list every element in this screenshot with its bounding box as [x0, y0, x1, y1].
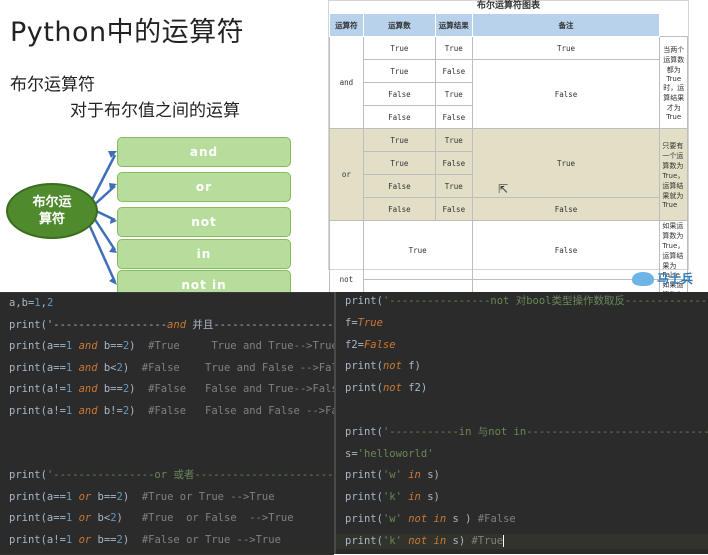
code-line[interactable]: print(a==1 and b==2) #True True and True…	[9, 339, 334, 354]
watermark-logo: 马士兵	[632, 270, 693, 287]
code-line[interactable]: print('----------------not 对bool类型操作数取反-…	[345, 294, 708, 309]
code-line[interactable]: f2=False	[345, 338, 396, 353]
code-line[interactable]: print('k' not in s) #True	[336, 533, 708, 549]
operand-cell: True	[362, 128, 437, 152]
operand-cell: False	[362, 82, 437, 106]
code-line[interactable]: print(a==1 or b==2) #True or True -->Tru…	[9, 490, 275, 505]
code-editor-right[interactable]: print('----------------not 对bool类型操作数取反-…	[334, 292, 708, 554]
code-line[interactable]: print('k' in s)	[345, 490, 440, 505]
code-line[interactable]: s='helloworld'	[345, 447, 434, 462]
node-or: or	[117, 172, 291, 202]
operand-cell: False	[362, 105, 437, 129]
operand-cell: True	[435, 82, 473, 106]
operand-cell: True	[362, 151, 437, 175]
result-cell: False	[471, 197, 661, 221]
code-line[interactable]: print(not f)	[345, 359, 421, 374]
code-line[interactable]: f=True	[345, 316, 383, 331]
table-caption: 布尔运算符图表	[476, 1, 540, 11]
code-line[interactable]: print('w' not in s ) #False	[345, 512, 516, 527]
arrow-in	[109, 246, 117, 253]
truth-table: 运算符 运算数 运算结果 备注 and True True True 当两个运算数都为T…	[329, 13, 688, 339]
code-line[interactable]: print('------------------and 并且---------…	[9, 318, 334, 333]
note-cell: 只要有一个运算数为True，运算结果就为True	[659, 128, 688, 221]
operand-cell: True	[362, 220, 473, 280]
table-row: True False False	[330, 59, 688, 129]
node-not: not	[117, 207, 291, 237]
operand-cell: False	[435, 105, 473, 129]
operand-cell: True	[435, 128, 473, 152]
header-note: 备注	[471, 13, 661, 37]
operand-cell: False	[435, 151, 473, 175]
code-line[interactable]: print(a==1 and b<2) #False True and Fals…	[9, 361, 334, 376]
arrow-and	[108, 151, 117, 158]
fish-logo-icon	[632, 271, 654, 286]
code-line[interactable]: print(a!=1 and b!=2) #False False and Fa…	[9, 404, 334, 419]
result-cell: True	[471, 36, 661, 60]
operand-cell: False	[435, 197, 473, 221]
code-line[interactable]: a,b=1,2	[9, 296, 53, 311]
operator-cell: and	[329, 36, 364, 129]
mouse-cursor-icon: ⇱	[498, 182, 509, 196]
result-cell: False	[471, 59, 661, 129]
watermark-text: 马士兵	[657, 272, 694, 286]
code-line[interactable]: print('w' in s)	[345, 468, 440, 483]
node-in: in	[117, 239, 291, 269]
truth-table-panel: 布尔运算符图表 运算符 运算数 运算结果 备注 and True True True 当…	[328, 0, 689, 339]
code-line[interactable]: print('-----------in 与not in------------…	[345, 425, 708, 440]
header-operator: 运算符	[329, 13, 364, 37]
connector-and	[90, 154, 117, 201]
operand-cell: True	[362, 36, 437, 60]
operator-cell: or	[329, 128, 364, 221]
operand-cell: True	[362, 59, 437, 83]
operand-cell: False	[362, 197, 437, 221]
code-line[interactable]: print(a!=1 or b==2) #False or True -->Tr…	[9, 533, 281, 548]
header-result: 运算结果	[435, 13, 473, 37]
table-row: or True True True 只要有一个运算数为True，运算结果就为True	[329, 128, 688, 221]
code-line[interactable]: print('----------------or 或者------------…	[9, 468, 334, 483]
node-and: and	[117, 137, 291, 167]
note-cell: 当两个运算数都为True时，运算结果才为True	[659, 36, 688, 129]
operand-cell: True	[435, 174, 473, 198]
code-line[interactable]: print(a==1 or b<2) #True or False -->Tru…	[9, 511, 294, 526]
slide: Python中的运算符 布尔运算符 对于布尔值之间的运算 布尔运算符 and o…	[0, 0, 708, 339]
table-header-row: 运算符 运算数 运算结果 备注	[329, 13, 688, 37]
code-line[interactable]: print(a!=1 and b==2) #False False and Tr…	[9, 382, 334, 397]
table-row: and True True True 当两个运算数都为True时，运算结果才为True	[329, 36, 688, 129]
table-row: False False False	[330, 197, 688, 221]
operand-cell: True	[435, 36, 473, 60]
text-caret	[503, 534, 505, 547]
code-line[interactable]: print(not f2)	[345, 381, 427, 396]
header-operands: 运算数	[362, 13, 437, 37]
operand-cell: False	[435, 59, 473, 83]
code-editor-left[interactable]: a,b=1,2 print('------------------and 并且--…	[0, 292, 334, 555]
operand-cell: False	[362, 174, 437, 198]
mindmap-root: 布尔运算符	[6, 183, 98, 239]
